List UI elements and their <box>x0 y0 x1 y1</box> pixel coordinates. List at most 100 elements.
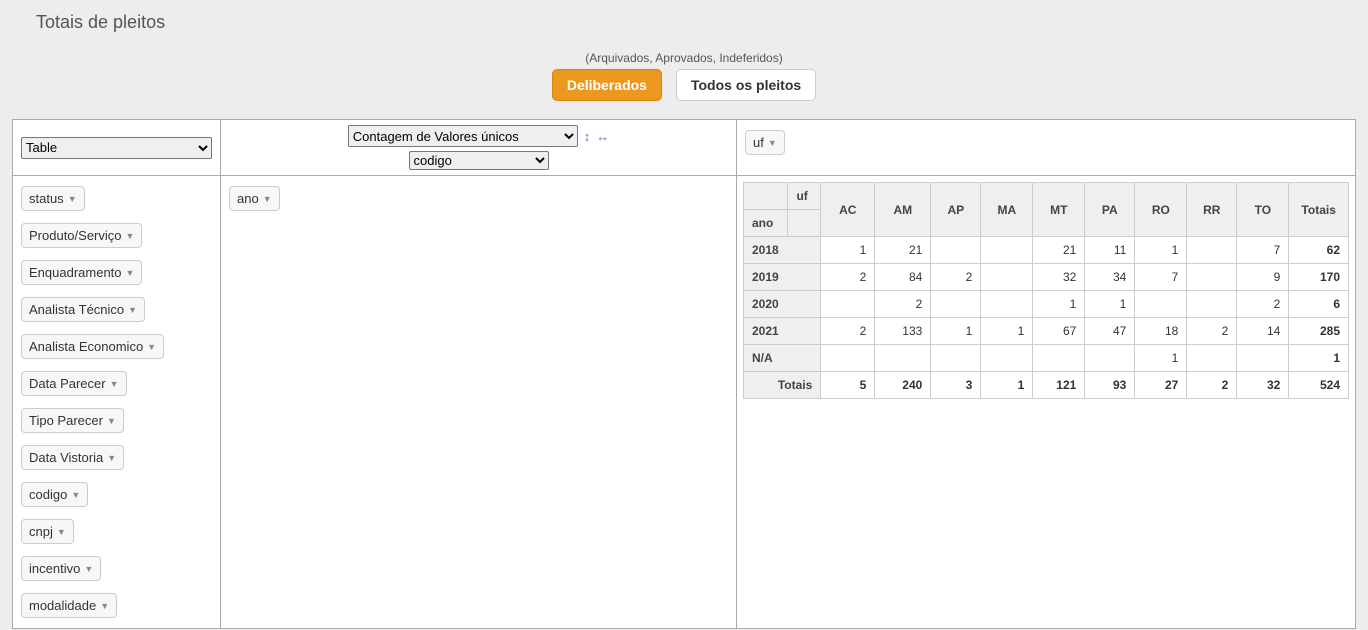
caret-down-icon: ▼ <box>768 138 777 148</box>
renderer-select[interactable]: Table <box>21 137 212 159</box>
data-cell: 1 <box>1135 237 1187 264</box>
data-cell: 9 <box>1237 264 1289 291</box>
pill-label: Data Parecer <box>29 376 106 391</box>
unused-field-data-parecer[interactable]: Data Parecer ▼ <box>21 371 127 396</box>
data-cell <box>1033 345 1085 372</box>
unused-field-analista-t-cnico[interactable]: Analista Técnico▼ <box>21 297 145 322</box>
unused-field-data-vistoria[interactable]: Data Vistoria▼ <box>21 445 124 470</box>
row-field-ano[interactable]: ano ▼ <box>229 186 280 211</box>
pill-label: codigo <box>29 487 67 502</box>
todos-pleitos-button[interactable]: Todos os pleitos <box>676 69 816 101</box>
caret-down-icon: ▼ <box>107 416 116 426</box>
pill-label: Analista Técnico <box>29 302 124 317</box>
pill-label: Analista Economico <box>29 339 143 354</box>
caret-down-icon: ▼ <box>147 342 156 352</box>
data-cell: 34 <box>1085 264 1135 291</box>
unused-fields-list: status▼Produto/Serviço▼Enquadramento▼Ana… <box>21 186 212 618</box>
caret-down-icon: ▼ <box>263 194 272 204</box>
data-cell: 1 <box>1135 345 1187 372</box>
data-cell: 1 <box>821 237 875 264</box>
row-label-2021: 2021 <box>744 318 821 345</box>
caret-down-icon: ▼ <box>100 601 109 611</box>
data-cell: 2 <box>1187 318 1237 345</box>
data-cell <box>931 291 981 318</box>
table-row: N/A11 <box>744 345 1349 372</box>
pill-label: ano <box>237 191 259 206</box>
attribute-select[interactable]: codigo <box>409 151 549 170</box>
data-cell <box>1085 345 1135 372</box>
subtitle: (Arquivados, Aprovados, Indeferidos) <box>10 51 1358 65</box>
data-cell: 18 <box>1135 318 1187 345</box>
pill-label: modalidade <box>29 598 96 613</box>
caret-down-icon: ▼ <box>71 490 80 500</box>
row-total: 170 <box>1289 264 1349 291</box>
data-cell: 133 <box>875 318 931 345</box>
caret-down-icon: ▼ <box>126 268 135 278</box>
data-cell <box>931 345 981 372</box>
row-label-2020: 2020 <box>744 291 821 318</box>
data-cell <box>1187 237 1237 264</box>
row-label-2018: 2018 <box>744 237 821 264</box>
unused-field-codigo[interactable]: codigo ▼ <box>21 482 88 507</box>
data-cell <box>981 264 1033 291</box>
col-header-AP: AP <box>931 183 981 237</box>
totals-label: Totais <box>744 372 821 399</box>
pill-label: status <box>29 191 64 206</box>
col-total: 32 <box>1237 372 1289 399</box>
row-total: 6 <box>1289 291 1349 318</box>
col-header-MA: MA <box>981 183 1033 237</box>
col-header-PA: PA <box>1085 183 1135 237</box>
data-cell: 1 <box>981 318 1033 345</box>
data-cell <box>981 237 1033 264</box>
col-header-AC: AC <box>821 183 875 237</box>
unused-field-cnpj[interactable]: cnpj▼ <box>21 519 74 544</box>
unused-field-modalidade[interactable]: modalidade ▼ <box>21 593 117 618</box>
unused-field-status[interactable]: status▼ <box>21 186 85 211</box>
data-cell: 2 <box>821 318 875 345</box>
caret-down-icon: ▼ <box>126 231 135 241</box>
data-cell <box>821 291 875 318</box>
data-cell: 21 <box>875 237 931 264</box>
pill-label: uf <box>753 135 764 150</box>
pill-label: Produto/Serviço <box>29 228 122 243</box>
deliberados-button[interactable]: Deliberados <box>552 69 662 101</box>
col-field-uf[interactable]: uf ▼ <box>745 130 785 155</box>
data-cell <box>981 345 1033 372</box>
pill-label: Enquadramento <box>29 265 122 280</box>
pivot-panel: Table status▼Produto/Serviço▼Enquadramen… <box>12 119 1356 629</box>
unused-field-tipo-parecer[interactable]: Tipo Parecer▼ <box>21 408 124 433</box>
sort-cols-icon[interactable]: ↔ <box>596 129 609 144</box>
data-cell: 1 <box>1033 291 1085 318</box>
row-axis-label: ano <box>744 210 788 237</box>
caret-down-icon: ▼ <box>110 379 119 389</box>
unused-field-analista-economico[interactable]: Analista Economico ▼ <box>21 334 164 359</box>
data-cell: 2 <box>821 264 875 291</box>
col-header-AM: AM <box>875 183 931 237</box>
unused-field-incentivo[interactable]: incentivo ▼ <box>21 556 101 581</box>
row-total: 285 <box>1289 318 1349 345</box>
totals-row: Totais5240311219327232524 <box>744 372 1349 399</box>
unused-field-produto-servi-o[interactable]: Produto/Serviço ▼ <box>21 223 142 248</box>
data-cell <box>931 237 981 264</box>
data-cell: 2 <box>931 264 981 291</box>
corner-cell2 <box>788 210 821 237</box>
col-total: 2 <box>1187 372 1237 399</box>
sort-rows-icon[interactable]: ↕ <box>584 129 591 144</box>
data-cell <box>981 291 1033 318</box>
col-total: 121 <box>1033 372 1085 399</box>
corner-cell <box>744 183 788 210</box>
col-header-totals: Totais <box>1289 183 1349 237</box>
unused-field-enquadramento[interactable]: Enquadramento ▼ <box>21 260 142 285</box>
data-cell <box>1187 264 1237 291</box>
data-cell: 2 <box>875 291 931 318</box>
page-title: Totais de pleitos <box>36 12 1358 33</box>
data-cell: 2 <box>1237 291 1289 318</box>
data-cell <box>1187 291 1237 318</box>
caret-down-icon: ▼ <box>84 564 93 574</box>
pivot-table: ufACAMAPMAMTPARORRTOTotaisano20181212111… <box>743 182 1349 399</box>
caret-down-icon: ▼ <box>57 527 66 537</box>
aggregator-select[interactable]: Contagem de Valores únicos <box>348 125 578 147</box>
pill-label: incentivo <box>29 561 80 576</box>
table-row: 20192842323479170 <box>744 264 1349 291</box>
row-label-N/A: N/A <box>744 345 821 372</box>
